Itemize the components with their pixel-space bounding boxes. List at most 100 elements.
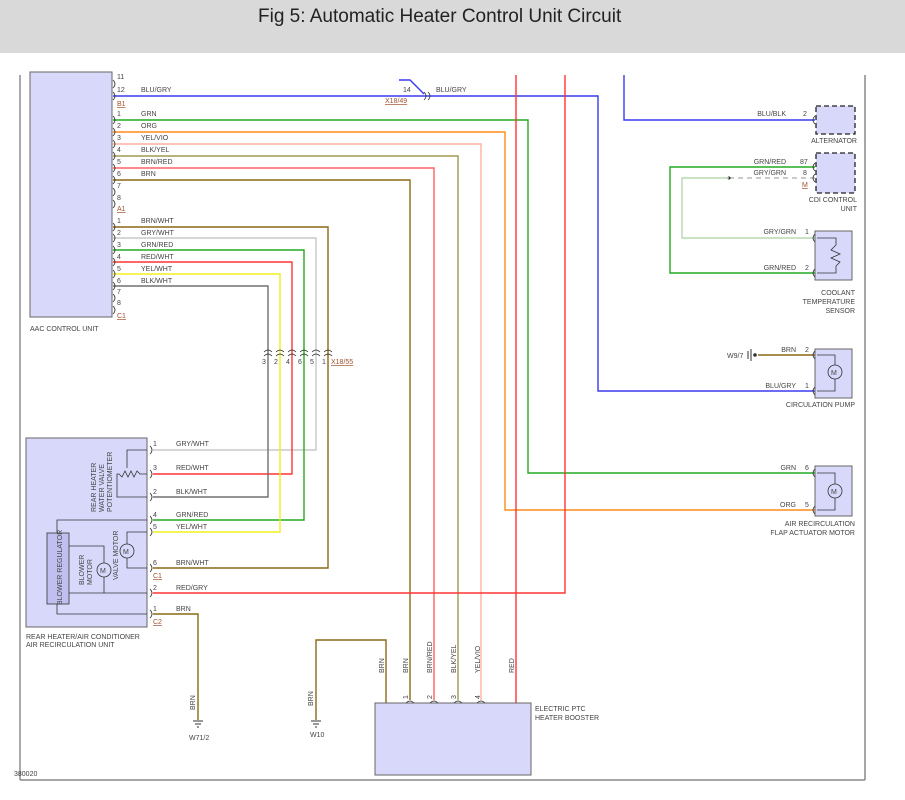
wire-label: BLU/GRY [436,87,467,94]
connector-c1: C1 [117,313,126,320]
pin-label: 2 [805,347,809,354]
pin-a1: 1 [117,111,121,118]
wire-label: ORG [780,502,796,509]
connector-b1: B1 [117,101,126,108]
wire-label: RED/WHT [141,254,174,261]
ground-w71-label: W71/2 [189,735,209,742]
pin-connector-mark [112,187,116,197]
wire-label: BRN [308,691,315,706]
motor-symbol: M [831,370,837,377]
pot-label: REAR HEATER [91,463,98,512]
aac-control-unit [29,71,113,318]
wire-label: BRN [190,695,197,710]
pin-c1: 1 [117,218,121,225]
x18-55-pin: 4 [286,359,290,366]
wire-label: BLU/BLK [757,111,786,118]
pin-label: 8 [803,170,807,177]
pin-connector-mark [112,79,116,89]
ptc-label: HEATER BOOSTER [535,715,599,722]
figure-id: 380020 [14,771,37,778]
pin-label: 87 [800,159,808,166]
wire-label: BRN [141,171,156,178]
pin-label: 5 [805,502,809,509]
pin-label: 2 [805,265,809,272]
pin-a1: 7 [117,183,121,190]
wire-label: BRN/RED [141,159,173,166]
connector-x18-49: X18/49 [385,98,407,105]
pin-c1: 7 [117,289,121,296]
wire-label: BLK/YEL [141,147,170,154]
connector-x18-55: X18/55 [331,359,353,366]
wire-label: RED/WHT [176,465,209,472]
wire-label: GRN/RED [176,512,208,519]
rear-unit-label: REAR HEATER/AIR CONDITIONER [26,634,140,641]
pin-connector-mark [149,445,153,455]
wire-label: BLK/YEL [451,644,458,673]
pin-connector-mark [149,588,153,598]
x18-55-pin: 6 [298,359,302,366]
battery-ground-icon [747,349,757,361]
wire-label: BLU/GRY [141,87,172,94]
pin-connector-mark [112,199,116,209]
pin-c1: 6 [117,278,121,285]
pin-c1: 4 [117,254,121,261]
rear-pin: 1 [153,441,157,448]
motor-symbol: M [100,568,106,575]
valve-motor-label: VALVE MOTOR [113,531,120,580]
motor-symbol: M [123,549,129,556]
ptc-pin: 3 [451,695,458,699]
pin-a1: 6 [117,171,121,178]
pin-label: 1 [805,229,809,236]
pin-connector-mark [149,492,153,502]
aac-label: AAC CONTROL UNIT [30,326,99,333]
wire-label: GRN/RED [141,242,173,249]
pin-c1: 8 [117,300,121,307]
blower-regulator-label: BLOWER REGULATOR [57,530,64,605]
pin-a1: 3 [117,135,121,142]
pin-label: 1 [805,383,809,390]
wire-label: RED/GRY [176,585,208,592]
wire-label: BRN [403,658,410,673]
ground-w10-label: W10 [310,732,325,739]
pin-label: 6 [805,465,809,472]
wire-label: YEL/WHT [176,524,208,531]
pin-connector-mark [112,293,116,303]
x18-49-pin: 14 [403,87,411,94]
pump-label: CIRCULATION PUMP [786,402,855,409]
wire-label: BRN [781,347,796,354]
pin-b1-12: 12 [117,87,125,94]
cdi-control-unit [815,152,856,194]
pin-connector-mark [149,563,153,573]
pin-b1-11: 11 [117,74,124,81]
connector-rear-c1: C1 [153,573,162,580]
ground-icon [311,720,321,728]
pin-connector-mark [149,515,153,525]
pin-label: 2 [803,111,807,118]
pin-c1: 3 [117,242,121,249]
alternator [815,105,856,135]
wire-label: GRN/RED [754,159,786,166]
ptc-pin: 2 [427,695,434,699]
pot-label: WATER VALVE [99,464,106,512]
ground-icon [193,720,203,728]
wire-label: GRY/GRN [763,229,796,236]
x18-55-pin: 3 [262,359,266,366]
rear-unit-label: AIR RECIRCULATION UNIT [26,642,115,649]
rear-heater-unit [25,437,148,628]
wire-label: GRY/WHT [176,441,210,448]
wire-label: BLU/GRY [765,383,796,390]
wire-red-gry [153,75,566,594]
wire-label: YEL/VIO [475,645,482,673]
rear-pin: 2 [153,585,157,592]
wire-grn-red-coolant [669,166,815,274]
flap-label: FLAP ACTUATOR MOTOR [770,530,855,537]
pot-label: POTENTIOMETER [107,452,114,512]
wire-label: BRN/WHT [141,218,174,225]
coolant-label: SENSOR [825,308,855,315]
cdi-label: CDI CONTROL [809,197,857,204]
flap-label: AIR RECIRCULATION [785,521,855,528]
wire-label: BLK/WHT [141,278,173,285]
blower-motor-label: BLOWER [79,555,86,585]
rear-pin: 3 [153,465,157,472]
wire-label: BRN [379,658,386,673]
